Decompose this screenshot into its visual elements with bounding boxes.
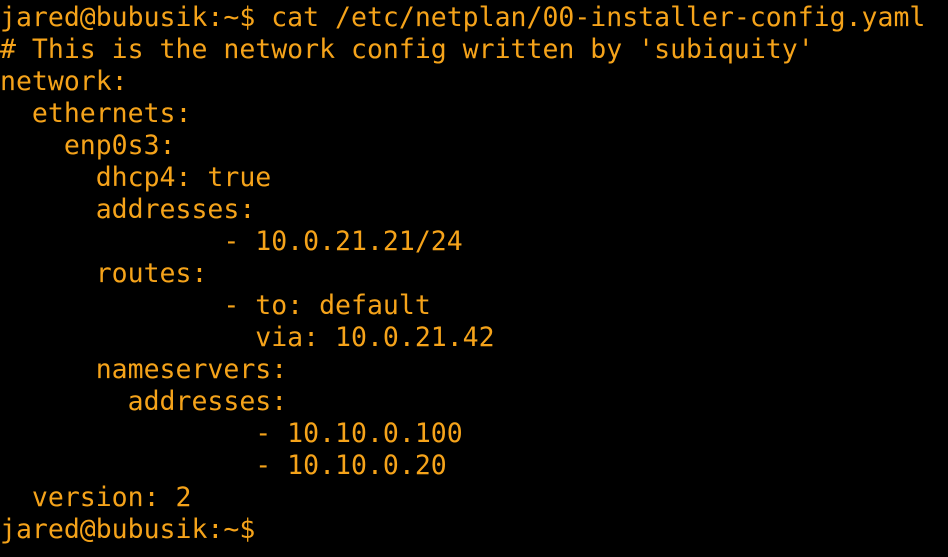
terminal-line-ns-address-2: - 10.10.0.20 <box>0 450 447 481</box>
terminal-window[interactable]: jared@bubusik:~$ cat /etc/netplan/00-ins… <box>0 0 948 557</box>
terminal-line-ns-addresses: addresses: <box>0 386 288 417</box>
terminal-line-nameservers: nameservers: <box>0 354 288 385</box>
terminal-line-route-to: - to: default <box>0 290 431 321</box>
terminal-line-command: jared@bubusik:~$ cat /etc/netplan/00-ins… <box>0 2 926 33</box>
terminal-line-ethernets: ethernets: <box>0 98 192 129</box>
terminal-line-dhcp4: dhcp4: true <box>0 162 272 193</box>
terminal-line-network: network: <box>0 66 128 97</box>
terminal-line-interface: enp0s3: <box>0 130 176 161</box>
terminal-prompt[interactable]: jared@bubusik:~$ <box>0 514 948 546</box>
terminal-line-ns-address-1: - 10.10.0.100 <box>0 418 463 449</box>
terminal-line-route-via: via: 10.0.21.42 <box>0 322 495 353</box>
terminal-line-routes: routes: <box>0 258 208 289</box>
terminal-line-addresses: addresses: <box>0 194 256 225</box>
terminal-line-version: version: 2 <box>0 482 192 513</box>
terminal-line-address-value: - 10.0.21.21/24 <box>0 226 463 257</box>
terminal-line-comment: # This is the network config written by … <box>0 34 814 65</box>
